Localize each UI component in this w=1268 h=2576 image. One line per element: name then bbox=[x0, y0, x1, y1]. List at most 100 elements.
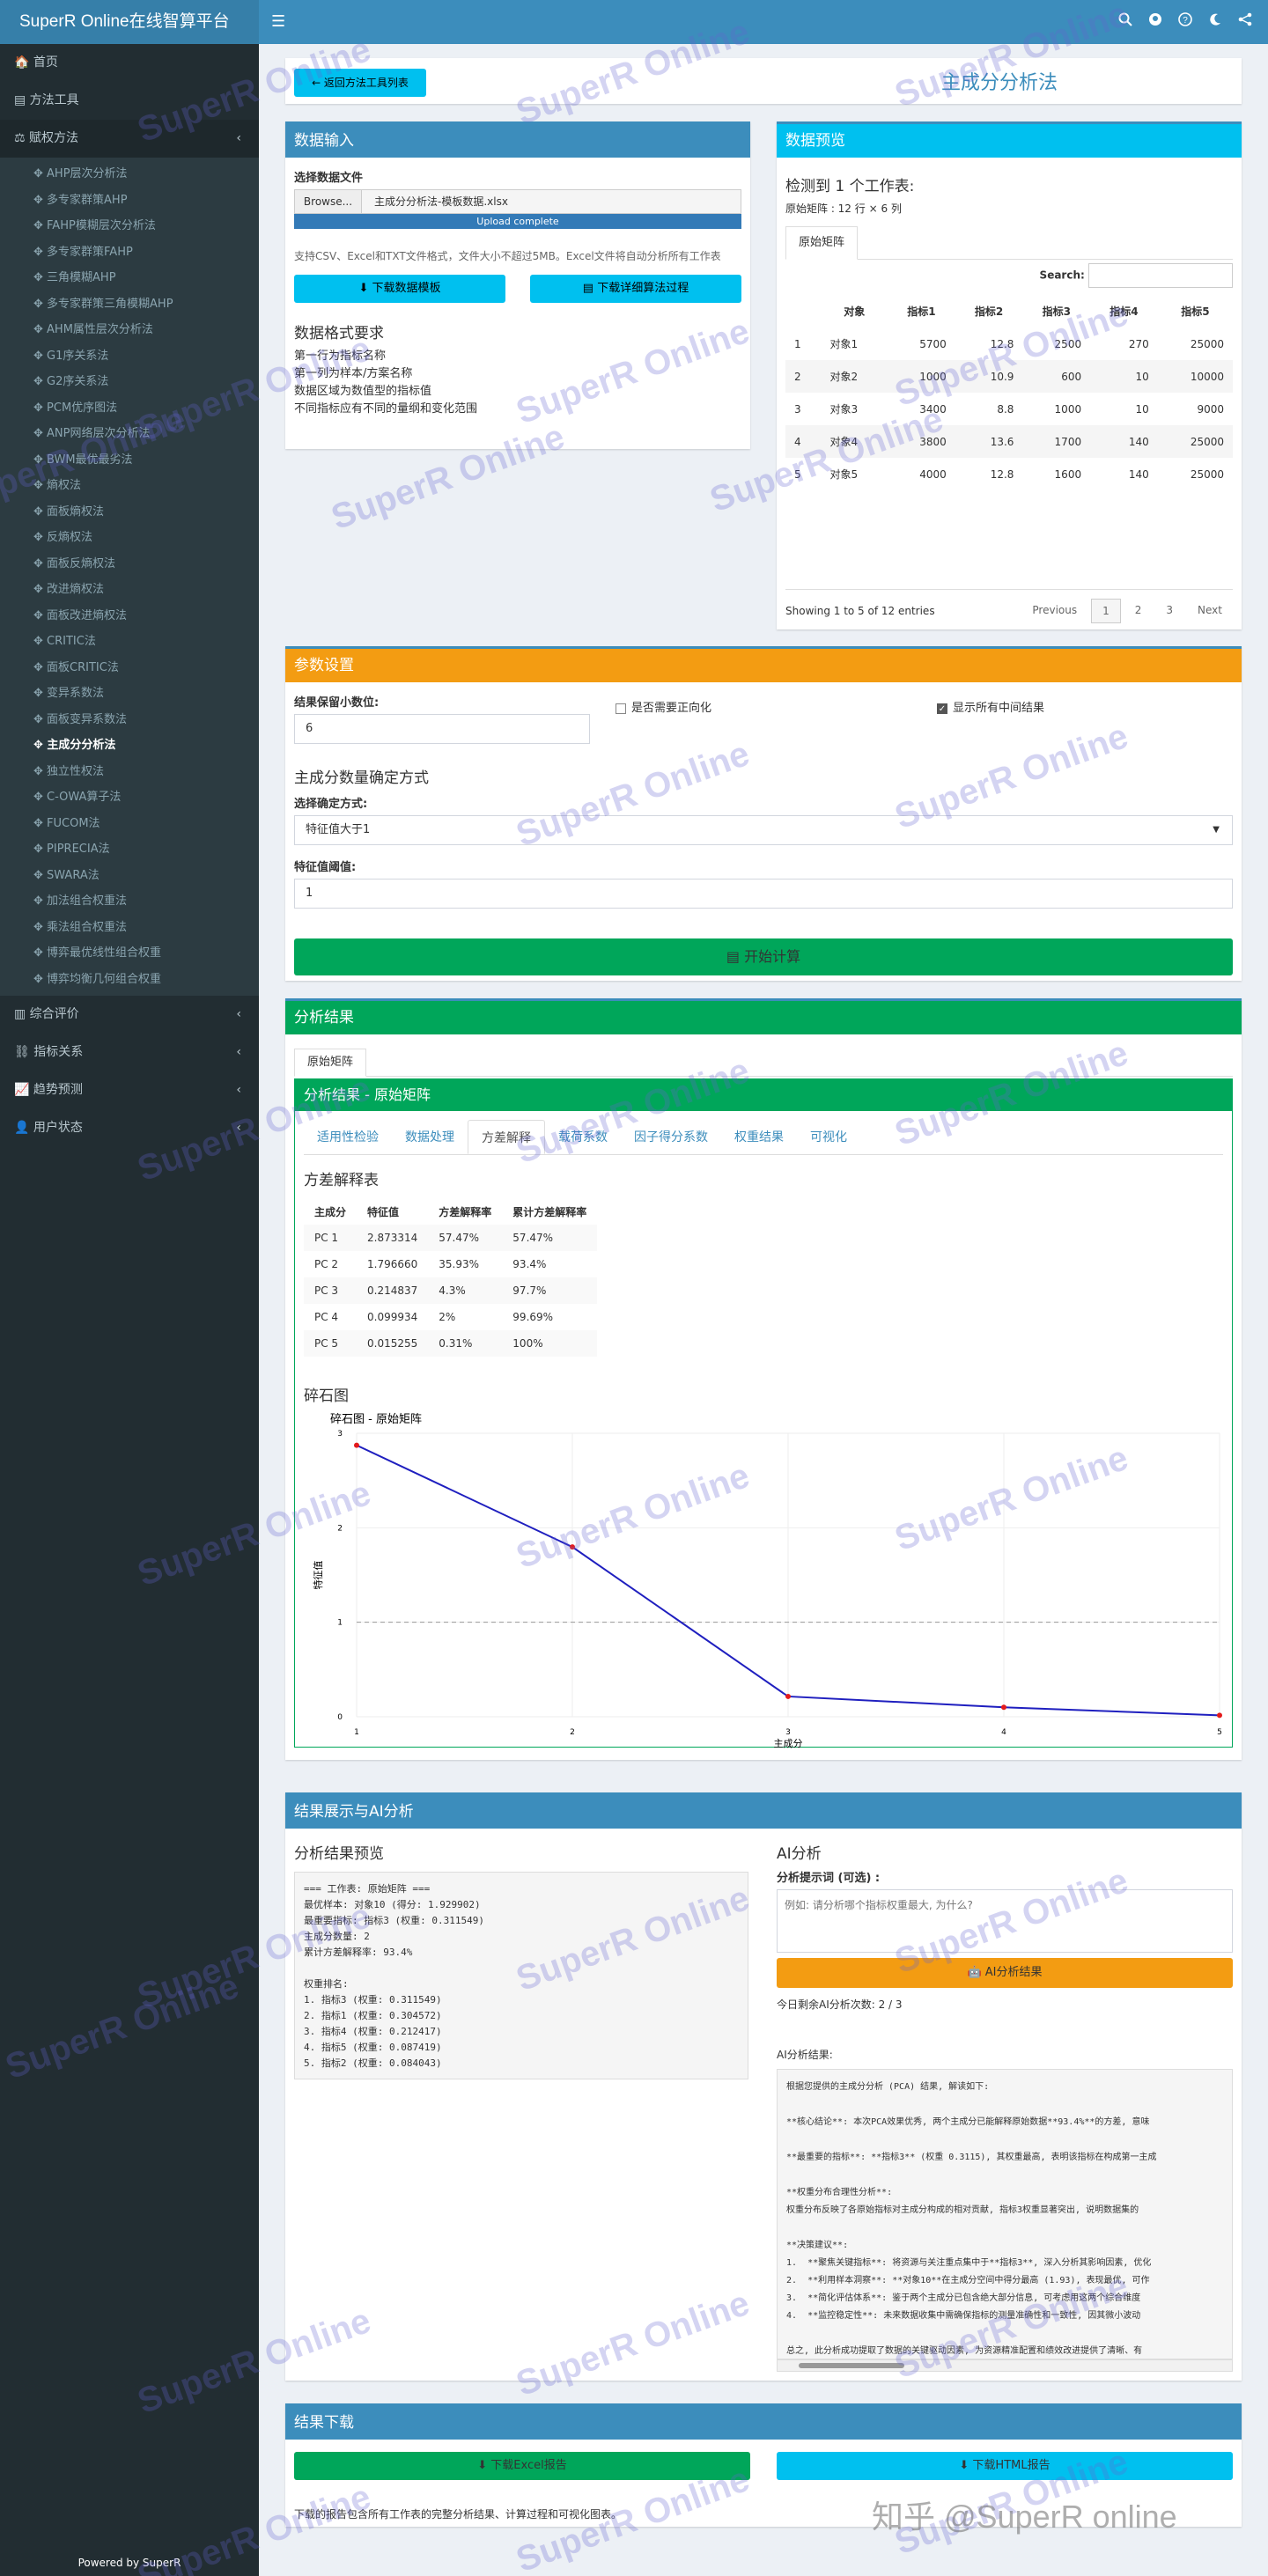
sidebar-subitem[interactable]: ✥ 主成分分析法 bbox=[0, 732, 259, 759]
download-template-button[interactable]: ⬇ 下载数据模板 bbox=[294, 275, 505, 303]
page-button[interactable]: 2 bbox=[1124, 599, 1153, 623]
method-select[interactable]: 特征值大于1 ▼ bbox=[294, 815, 1233, 845]
sidebar-subitem[interactable]: ✥ AHP层次分析法 bbox=[0, 161, 259, 188]
sidebar-item-bottom-3[interactable]: 👤 用户状态 ‹ bbox=[0, 1109, 259, 1147]
sidebar-item-bottom-0[interactable]: ▥ 综合评价 ‹ bbox=[0, 996, 259, 1034]
sidebar-item-bottom-1[interactable]: ⛓ 指标关系 ‹ bbox=[0, 1034, 259, 1071]
decimal-input[interactable]: 6 bbox=[294, 714, 590, 744]
sidebar-subitem[interactable]: ✥ C-OWA算子法 bbox=[0, 784, 259, 811]
result-tab[interactable]: 载荷系数 bbox=[545, 1120, 621, 1154]
result-tab[interactable]: 方差解释 bbox=[468, 1120, 545, 1154]
table-cell: 12.8 bbox=[990, 467, 1014, 481]
download-excel-button[interactable]: ⬇ 下载Excel报告 bbox=[294, 2452, 750, 2480]
sidebar-subitem[interactable]: ✥ FAHP模糊层次分析法 bbox=[0, 213, 259, 239]
ai-analyze-button[interactable]: 🤖 AI分析结果 bbox=[777, 1958, 1233, 1988]
y-tick-label: 0 bbox=[337, 1713, 343, 1722]
decimal-label: 结果保留小数位: bbox=[294, 696, 380, 710]
sidebar-subitem[interactable]: ✥ SWARA法 bbox=[0, 863, 259, 889]
page-button[interactable]: Previous bbox=[1021, 599, 1087, 623]
table-cell: PC 5 bbox=[304, 1330, 358, 1357]
sidebar-item-label: 用户状态 bbox=[29, 1121, 83, 1135]
sidebar-subitem[interactable]: ✥ AHM属性层次分析法 bbox=[0, 317, 259, 343]
table-cell: 10 bbox=[1090, 360, 1158, 393]
sidebar-subitem[interactable]: ✥ 博弈最优线性组合权重 bbox=[0, 940, 259, 967]
sidebar-subitem[interactable]: ✥ 独立性权法 bbox=[0, 759, 259, 785]
table-cell: 9000 bbox=[1197, 402, 1224, 416]
start-calc-button[interactable]: ▤ 开始计算 bbox=[294, 938, 1233, 975]
column-header[interactable]: 对象 bbox=[821, 295, 888, 328]
table-cell: 2.873314 bbox=[357, 1225, 429, 1251]
result-tab[interactable]: 因子得分系数 bbox=[621, 1120, 721, 1154]
table-cell: 93.4% bbox=[512, 1258, 547, 1270]
sidebar-subitem[interactable]: ✥ 面板CRITIC法 bbox=[0, 655, 259, 681]
table-cell: 0.099934 bbox=[367, 1311, 418, 1323]
result-tab[interactable]: 数据处理 bbox=[392, 1120, 468, 1154]
app-logo[interactable]: SuperR Online在线智算平台 bbox=[0, 0, 259, 44]
x-tick-label: 5 bbox=[1217, 1728, 1222, 1737]
sidebar-subitem[interactable]: ✥ 加法组合权重法 bbox=[0, 888, 259, 915]
back-button[interactable]: ← 返回方法工具列表 bbox=[294, 69, 426, 97]
sidebar-subitem[interactable]: ✥ 多专家群策三角模糊AHP bbox=[0, 291, 259, 318]
sidebar-item-bottom-2[interactable]: 📈 趋势预测 ‹ bbox=[0, 1071, 259, 1109]
download-html-button[interactable]: ⬇ 下载HTML报告 bbox=[777, 2452, 1233, 2480]
moon-icon[interactable] bbox=[1208, 12, 1222, 26]
sidebar-subitem[interactable]: ✥ 变异系数法 bbox=[0, 681, 259, 707]
sidebar-subitem[interactable]: ✥ FUCOM法 bbox=[0, 811, 259, 837]
show-intermediate-checkbox[interactable]: ✓ 显示所有中间结果 bbox=[937, 698, 1044, 715]
column-header[interactable]: 指标3 bbox=[1022, 295, 1090, 328]
prompt-textarea[interactable] bbox=[777, 1889, 1233, 1953]
sidebar-item-1[interactable]: ▤ 方法工具 bbox=[0, 82, 259, 120]
sidebar-subitem[interactable]: ✥ 面板变异系数法 bbox=[0, 707, 259, 733]
column-header[interactable]: 指标5 bbox=[1158, 295, 1233, 328]
menu-toggle-icon[interactable]: ☰ bbox=[271, 12, 285, 31]
browse-button[interactable]: Browse... bbox=[295, 190, 362, 213]
result-tab[interactable]: 可视化 bbox=[797, 1120, 860, 1154]
sidebar-subitem[interactable]: ✥ ANP网络层次分析法 bbox=[0, 421, 259, 447]
sidebar-subitem[interactable]: ✥ G2序关系法 bbox=[0, 369, 259, 395]
page-button[interactable]: 3 bbox=[1155, 599, 1183, 623]
sidebar-subitem[interactable]: ✥ 面板改进熵权法 bbox=[0, 603, 259, 629]
horizontal-scrollbar[interactable] bbox=[777, 2359, 1233, 2372]
help-icon[interactable]: ? bbox=[1178, 12, 1192, 26]
sidebar-subitem[interactable]: ✥ 博弈均衡几何组合权重 bbox=[0, 967, 259, 993]
sidebar-subitem[interactable]: ✥ CRITIC法 bbox=[0, 629, 259, 655]
table-search-input[interactable] bbox=[1088, 263, 1233, 288]
column-header[interactable]: 指标4 bbox=[1090, 295, 1158, 328]
result-tab[interactable]: 权重结果 bbox=[721, 1120, 797, 1154]
sidebar-subitem[interactable]: ✥ 三角模糊AHP bbox=[0, 265, 259, 291]
github-icon[interactable] bbox=[1148, 12, 1162, 26]
sidebar-subitem[interactable]: ✥ G1序关系法 bbox=[0, 343, 259, 370]
sidebar-subitem[interactable]: ✥ 多专家群策AHP bbox=[0, 188, 259, 214]
sidebar-subitem[interactable]: ✥ 改进熵权法 bbox=[0, 577, 259, 603]
sidebar-subitem[interactable]: ✥ 面板反熵权法 bbox=[0, 551, 259, 578]
download-algorithm-button[interactable]: ▤ 下载详细算法过程 bbox=[530, 275, 741, 303]
page-button[interactable]: 1 bbox=[1091, 599, 1121, 623]
chevron-icon: ‹ bbox=[236, 131, 241, 145]
sidebar-subitem[interactable]: ✥ 面板熵权法 bbox=[0, 499, 259, 526]
table-cell: PC 4 bbox=[314, 1311, 339, 1323]
search-icon[interactable] bbox=[1118, 12, 1132, 26]
share-icon[interactable] bbox=[1238, 12, 1252, 26]
x-tick-label: 1 bbox=[354, 1728, 359, 1737]
eigen-input[interactable]: 1 bbox=[294, 879, 1233, 909]
sidebar-subitem[interactable]: ✥ 反熵权法 bbox=[0, 525, 259, 551]
sidebar-subitem[interactable]: ✥ 乘法组合权重法 bbox=[0, 915, 259, 941]
svg-text:?: ? bbox=[1183, 16, 1188, 26]
tab-raw-matrix[interactable]: 原始矩阵 bbox=[785, 226, 859, 260]
sidebar-subitem[interactable]: ✥ 多专家群策FAHP bbox=[0, 239, 259, 266]
upload-progress-bar: Upload complete bbox=[294, 214, 741, 229]
results-preview-text: === 工作表: 原始矩阵 === 最优样本: 对象10 (得分: 1.9299… bbox=[294, 1872, 748, 2079]
column-header[interactable]: 指标2 bbox=[955, 295, 1023, 328]
sidebar-subitem[interactable]: ✥ 熵权法 bbox=[0, 473, 259, 499]
column-header[interactable] bbox=[785, 295, 821, 328]
sidebar-subitem[interactable]: ✥ PCM优序图法 bbox=[0, 395, 259, 422]
tab-result-raw[interactable]: 原始矩阵 bbox=[294, 1049, 367, 1077]
result-tab[interactable]: 适用性检验 bbox=[304, 1120, 392, 1154]
sidebar-group-weighting[interactable]: ⚖ 赋权方法 ‹ bbox=[0, 120, 259, 158]
sidebar-subitem[interactable]: ✥ BWM最优最劣法 bbox=[0, 447, 259, 474]
page-button[interactable]: Next bbox=[1187, 599, 1233, 623]
positive-checkbox[interactable]: 是否需要正向化 bbox=[616, 698, 711, 715]
sidebar-subitem[interactable]: ✥ PIPRECIA法 bbox=[0, 836, 259, 863]
column-header[interactable]: 指标1 bbox=[888, 295, 955, 328]
sidebar-item-0[interactable]: 🏠 首页 bbox=[0, 44, 259, 82]
